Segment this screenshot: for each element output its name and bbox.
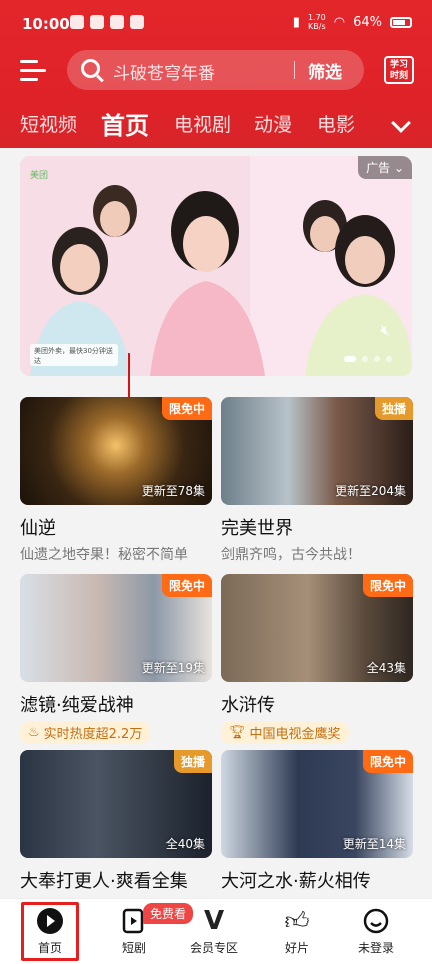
free-badge: 限免中 <box>161 397 212 420</box>
free-watch-badge: 免费看 <box>143 903 194 924</box>
free-badge: 限免中 <box>362 574 413 597</box>
tab-tv[interactable]: 电视剧 <box>174 110 231 137</box>
signal-icon: ▮ <box>292 14 300 30</box>
update-status: 更新至78集 <box>141 484 205 498</box>
video-card[interactable]: 独播 全40集 大奉打更人·爽看全集 <box>20 750 212 893</box>
video-card[interactable]: 限免中 更新至19集 滤镜·纯爱战神 ♨ 实时热度超2.2万 <box>20 574 212 744</box>
video-title: 大河之水·薪火相传 <box>221 871 371 892</box>
video-subtitle: 仙遗之地夺果！秘密不简单 <box>20 547 188 563</box>
heat-pill: ♨ 实时热度超2.2万 <box>20 721 151 744</box>
highlight-box <box>21 902 79 961</box>
status-time: 10:00 <box>22 15 70 33</box>
video-thumbnail: 限免中 更新至78集 <box>20 397 212 505</box>
search-placeholder: 斗破苍穹年番 <box>113 64 215 84</box>
battery-percent: 64% <box>353 14 382 30</box>
video-title: 仙逆 <box>20 518 56 539</box>
tab-short-video[interactable]: 短视频 <box>20 110 77 137</box>
net-speed: 1.70 KB/s <box>307 13 326 31</box>
ad-label[interactable]: 广告 ⌄ <box>358 156 412 179</box>
study-moment-button[interactable]: 学习时刻 <box>384 56 414 84</box>
update-status: 更新至19集 <box>141 661 205 675</box>
search-divider <box>294 61 295 79</box>
video-thumbnail: 限免中 全43集 <box>221 574 413 682</box>
carousel-dots <box>344 356 392 362</box>
ad-brand-logo: 美团 <box>30 171 49 181</box>
video-thumbnail: 限免中 更新至14集 <box>221 750 413 858</box>
video-card[interactable]: 限免中 更新至78集 仙逆 仙遗之地夺果！秘密不简单 <box>20 397 212 564</box>
video-subtitle: 剑鼎齐鸣，古今共战！ <box>221 547 361 563</box>
search-bar[interactable]: 斗破苍穹年番 筛选 <box>67 50 364 90</box>
trophy-icon: 🏆︎ <box>229 725 246 740</box>
free-badge: 限免中 <box>161 574 212 597</box>
video-title: 滤镜·纯爱战神 <box>20 695 134 716</box>
status-indicators: ▮ 1.70 KB/s ◠ 64% <box>293 13 412 31</box>
thumbs-up-icon: 👍︎ <box>284 906 310 935</box>
category-tabs: 短视频 首页 电视剧 动漫 电影 <box>0 102 432 142</box>
mute-icon[interactable]: 🔇︎ <box>381 321 390 339</box>
vip-icon: V <box>203 906 225 936</box>
video-thumbnail: 独播 更新至204集 <box>221 397 413 505</box>
video-thumbnail: 独播 全40集 <box>20 750 212 858</box>
video-card[interactable]: 限免中 全43集 水浒传 🏆︎ 中国电视金鹰奖 <box>221 574 413 744</box>
wifi-icon: ◠ <box>333 14 346 30</box>
update-status: 更新至14集 <box>342 837 406 851</box>
banner-image <box>20 156 412 376</box>
update-status: 全40集 <box>165 837 205 851</box>
award-pill: 🏆︎ 中国电视金鹰奖 <box>221 721 349 744</box>
video-title: 大奉打更人·爽看全集 <box>20 871 188 892</box>
nav-good-films[interactable]: 👍︎ 好片 <box>283 907 311 956</box>
nav-vip[interactable]: V 会员专区 <box>190 906 238 956</box>
status-app-icons <box>70 15 144 29</box>
update-status: 全43集 <box>366 661 406 675</box>
exclusive-badge: 独播 <box>173 750 212 773</box>
exclusive-badge: 独播 <box>374 397 413 420</box>
menu-icon[interactable] <box>20 60 46 81</box>
tab-anime[interactable]: 动漫 <box>254 110 292 137</box>
chevron-down-icon[interactable] <box>391 113 411 133</box>
video-thumbnail: 限免中 更新至19集 <box>20 574 212 682</box>
free-badge: 限免中 <box>362 750 413 773</box>
ad-banner[interactable]: 美团 美团外卖，最快30分钟送达 广告 ⌄ 🔇︎ <box>20 156 412 376</box>
search-icon <box>81 59 100 78</box>
update-status: 更新至204集 <box>335 484 406 498</box>
flame-icon: ♨ <box>28 725 40 740</box>
smile-icon <box>362 907 390 935</box>
status-bar: 10:00 ▮ 1.70 KB/s ◠ 64% <box>0 0 432 48</box>
nav-login[interactable]: 未登录 <box>358 907 394 956</box>
video-card[interactable]: 独播 更新至204集 完美世界 剑鼎齐鸣，古今共战！ <box>221 397 413 564</box>
filter-button[interactable]: 筛选 <box>308 58 342 83</box>
video-title: 完美世界 <box>221 518 293 539</box>
tab-home[interactable]: 首页 <box>101 106 149 141</box>
video-title: 水浒传 <box>221 695 275 716</box>
video-card[interactable]: 限免中 更新至14集 大河之水·薪火相传 <box>221 750 413 893</box>
ad-caption-box: 美团外卖，最快30分钟送达 <box>30 344 118 366</box>
tab-movie[interactable]: 电影 <box>317 110 355 137</box>
battery-icon <box>390 16 412 28</box>
